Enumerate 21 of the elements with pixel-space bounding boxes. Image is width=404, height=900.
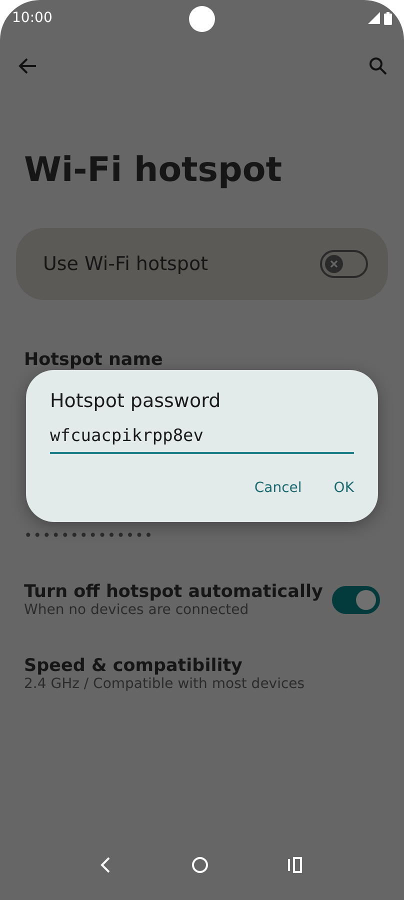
password-dots: •••••••••••••• <box>24 528 154 544</box>
setting-title[interactable]: Turn off hotspot automatically <box>24 582 323 602</box>
toggle-card[interactable]: Use Wi-Fi hotspot <box>16 228 388 300</box>
dialog-button[interactable]: Cancel <box>242 474 314 502</box>
toggle-switch[interactable] <box>332 586 380 614</box>
setting-subtitle: 2.4 GHz / Compatible with most devices <box>24 676 305 692</box>
battery-icon <box>384 12 392 24</box>
camera-cutout <box>189 6 215 32</box>
dialog-button[interactable]: OK <box>322 474 366 502</box>
signal-icon <box>368 12 380 24</box>
page-title: Wi-Fi hotspot <box>24 149 283 192</box>
status-time: 10:00 <box>12 10 52 26</box>
close-icon <box>329 259 339 269</box>
home-button[interactable] <box>189 854 211 876</box>
password-field[interactable]: wfcuacpikrpp8ev <box>50 422 354 454</box>
setting-title[interactable]: Speed & compatibility <box>24 656 305 676</box>
setting-title[interactable]: Hotspot name <box>24 350 163 370</box>
setting-subtitle: When no devices are connected <box>24 602 250 618</box>
dialog-title: Hotspot password <box>50 390 222 412</box>
toggle-label: Use Wi-Fi hotspot <box>43 253 208 275</box>
toggle-switch[interactable] <box>320 250 368 278</box>
